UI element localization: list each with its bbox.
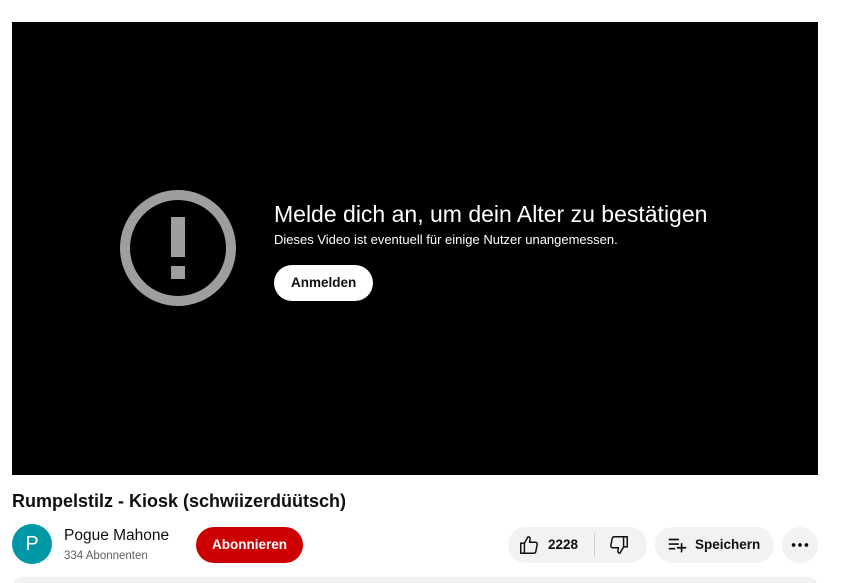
thumbs-down-icon bbox=[610, 536, 628, 554]
save-label: Speichern bbox=[695, 537, 761, 552]
signin-button[interactable]: Anmelden bbox=[274, 265, 374, 301]
like-button[interactable]: 2228 bbox=[508, 527, 594, 563]
age-gate-subtitle: Dieses Video ist eventuell für einige Nu… bbox=[274, 232, 618, 247]
video-player[interactable]: Melde dich an, um dein Alter zu bestätig… bbox=[12, 22, 818, 475]
watch-page: Melde dich an, um dein Alter zu bestätig… bbox=[0, 0, 861, 583]
save-button[interactable]: Speichern bbox=[655, 527, 774, 563]
like-dislike-group: 2228 bbox=[508, 527, 647, 563]
description-box[interactable] bbox=[12, 577, 818, 583]
like-count: 2228 bbox=[548, 537, 579, 552]
age-gate-message: Melde dich an, um dein Alter zu bestätig… bbox=[274, 200, 794, 249]
alert-circle-icon bbox=[120, 190, 236, 306]
video-title: Rumpelstilz - Kiosk (schwiizerdüütsch) bbox=[12, 491, 347, 511]
subscriber-count: 334 Abonnenten bbox=[64, 550, 148, 562]
channel-name[interactable]: Pogue Mahone bbox=[64, 526, 169, 546]
more-actions-button[interactable] bbox=[782, 527, 818, 563]
channel-avatar[interactable]: P bbox=[12, 524, 52, 564]
playlist-add-icon bbox=[668, 538, 687, 553]
subscribe-button[interactable]: Abonnieren bbox=[196, 527, 304, 563]
age-gate-title: Melde dich an, um dein Alter zu bestätig… bbox=[274, 201, 708, 227]
dislike-button[interactable] bbox=[595, 527, 647, 563]
thumbs-up-icon bbox=[520, 536, 538, 554]
more-horizontal-icon bbox=[791, 543, 809, 547]
